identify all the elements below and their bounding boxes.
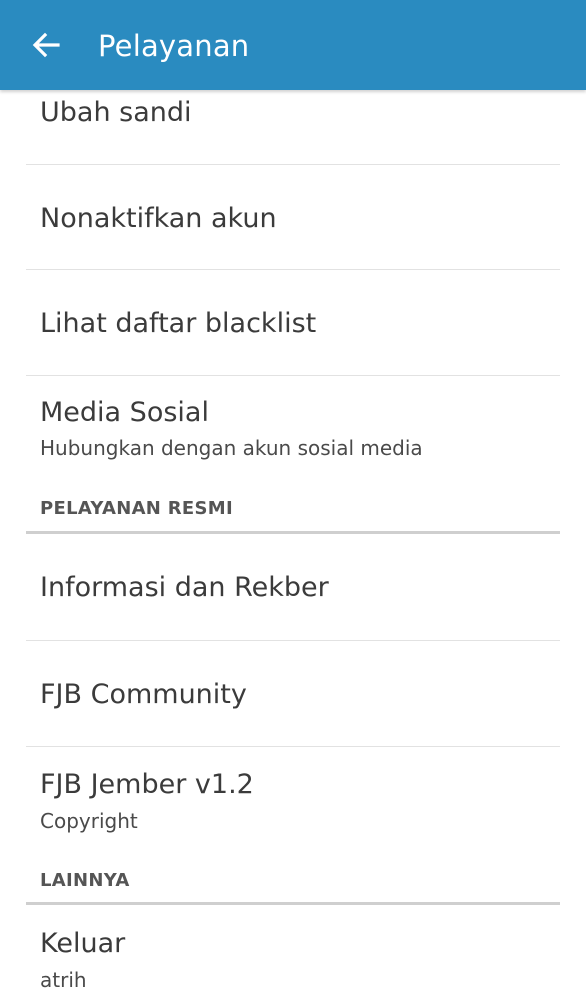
list-item-subtitle: atrih	[40, 968, 87, 992]
list-item-ubah-sandi[interactable]: Ubah sandi	[0, 90, 586, 164]
list-item-title: Ubah sandi	[40, 97, 192, 128]
settings-list: Ubah sandi Nonaktifkan akun Lihat daftar…	[0, 90, 586, 1000]
list-item-title: FJB Community	[40, 679, 247, 710]
list-item-title: Lihat daftar blacklist	[40, 308, 317, 339]
list-item-title: FJB Jember v1.2	[40, 769, 254, 800]
arrow-left-icon	[32, 32, 60, 58]
list-item-subtitle: Copyright	[40, 809, 138, 833]
list-item-informasi-dan-rekber[interactable]: Informasi dan Rekber	[0, 534, 586, 640]
list-item-title: Media Sosial	[40, 397, 209, 428]
list-item-title: Informasi dan Rekber	[40, 572, 329, 603]
list-item-subtitle: Hubungkan dengan akun sosial media	[40, 436, 423, 460]
list-item-fjb-community[interactable]: FJB Community	[0, 641, 586, 746]
list-item-lihat-daftar-blacklist[interactable]: Lihat daftar blacklist	[0, 270, 586, 375]
list-item-media-sosial[interactable]: Media Sosial Hubungkan dengan akun sosia…	[0, 376, 586, 476]
list-item-title: Nonaktifkan akun	[40, 203, 277, 234]
list-item-fjb-jember[interactable]: FJB Jember v1.2 Copyright	[0, 747, 586, 847]
section-header-lainnya: LAINNYA	[40, 870, 130, 891]
list-item-keluar[interactable]: Keluar atrih	[0, 905, 586, 1000]
back-button[interactable]	[28, 27, 64, 63]
list-item-nonaktifkan-akun[interactable]: Nonaktifkan akun	[0, 165, 586, 270]
list-item-title: Keluar	[40, 928, 126, 959]
section-header-pelayanan-resmi: PELAYANAN RESMI	[40, 498, 233, 519]
app-bar: Pelayanan	[0, 0, 586, 90]
page-title: Pelayanan	[98, 29, 250, 63]
